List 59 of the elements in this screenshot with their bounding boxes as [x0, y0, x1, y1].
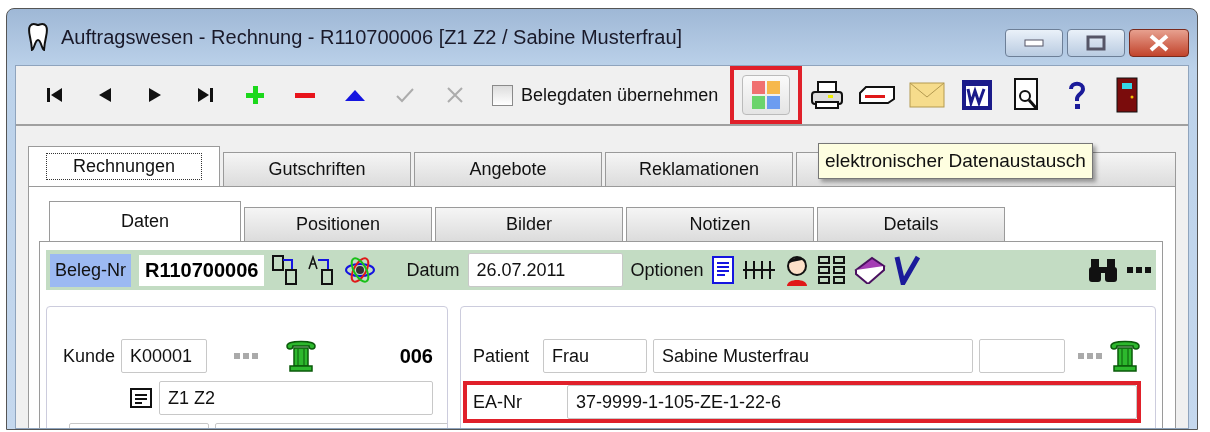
patient-label: Patient	[473, 345, 530, 367]
card-reader-icon	[858, 85, 897, 105]
tab[interactable]: Reklamationen	[605, 152, 793, 186]
grid-lines-icon	[741, 259, 776, 281]
document-lines-icon	[711, 256, 734, 284]
grid-icon	[817, 256, 846, 284]
salutation-field[interactable]: Frau	[543, 339, 648, 373]
tab[interactable]: Angebote	[414, 152, 602, 186]
column-icon	[1109, 340, 1141, 372]
last-icon	[195, 85, 215, 105]
close-button[interactable]	[1129, 29, 1189, 57]
up-triangle-icon	[345, 89, 365, 101]
tab[interactable]: Daten	[49, 201, 241, 241]
checkbox[interactable]	[492, 84, 513, 106]
maximize-button[interactable]	[1067, 29, 1125, 57]
more-icon	[233, 352, 260, 360]
ea-label: EA-Nr	[473, 391, 523, 413]
options-label: Optionen	[630, 259, 704, 281]
date-field[interactable]: 26.07.2011	[467, 253, 623, 287]
more-icon	[1077, 352, 1103, 360]
maximize-icon	[1086, 35, 1106, 51]
date-label: Datum	[406, 259, 460, 281]
v-check-icon	[893, 255, 920, 285]
tab[interactable]: Details	[817, 207, 1005, 241]
tab[interactable]: Positionen	[244, 207, 432, 241]
customer-label: Kunde	[63, 345, 116, 367]
first-icon	[45, 85, 65, 105]
number-value: R110700006	[139, 254, 265, 286]
column-icon	[285, 340, 318, 372]
atom-icon	[344, 255, 377, 285]
minus-icon	[295, 92, 315, 98]
tooth-icon	[27, 22, 49, 52]
window-title: Auftragswesen - Rechnung - R110700006 [Z1 Z2 / Sabine Musterfrau]	[61, 25, 684, 49]
colored-squares-icon	[751, 80, 782, 110]
customer-id-field[interactable]: K00001	[121, 339, 208, 373]
tab[interactable]: Bilder	[435, 207, 623, 241]
tooltip: elektronischer Datenaustausch	[818, 143, 1093, 179]
note-field[interactable]: Z1 Z2	[159, 381, 433, 415]
checkbox-label[interactable]: Belegdaten übernehmen	[521, 84, 719, 106]
more-icon	[1126, 266, 1152, 274]
envelope-icon	[909, 82, 946, 108]
plus-icon	[245, 85, 265, 105]
input-field[interactable]	[979, 339, 1065, 373]
printer-icon	[810, 80, 845, 110]
note-icon	[129, 387, 153, 409]
binoculars-icon	[1088, 257, 1118, 283]
close-icon	[1148, 34, 1170, 52]
minimize-button[interactable]	[1005, 29, 1063, 57]
tab[interactable]: Rechnungen	[28, 146, 220, 186]
w-document-icon	[961, 79, 994, 111]
number-label: Beleg-Nr	[50, 253, 132, 287]
patient-name-field[interactable]: Sabine Musterfrau	[653, 339, 973, 373]
tab[interactable]: Notizen	[626, 207, 814, 241]
customer-count: 006	[399, 344, 433, 368]
cross-icon	[445, 85, 465, 105]
tab[interactable]: Gutschriften	[223, 152, 411, 186]
minimize-icon	[1024, 38, 1044, 48]
door-icon	[1116, 77, 1139, 113]
ea-number-field[interactable]: 37-9999-1-105-ZE-1-22-6	[567, 385, 1137, 419]
